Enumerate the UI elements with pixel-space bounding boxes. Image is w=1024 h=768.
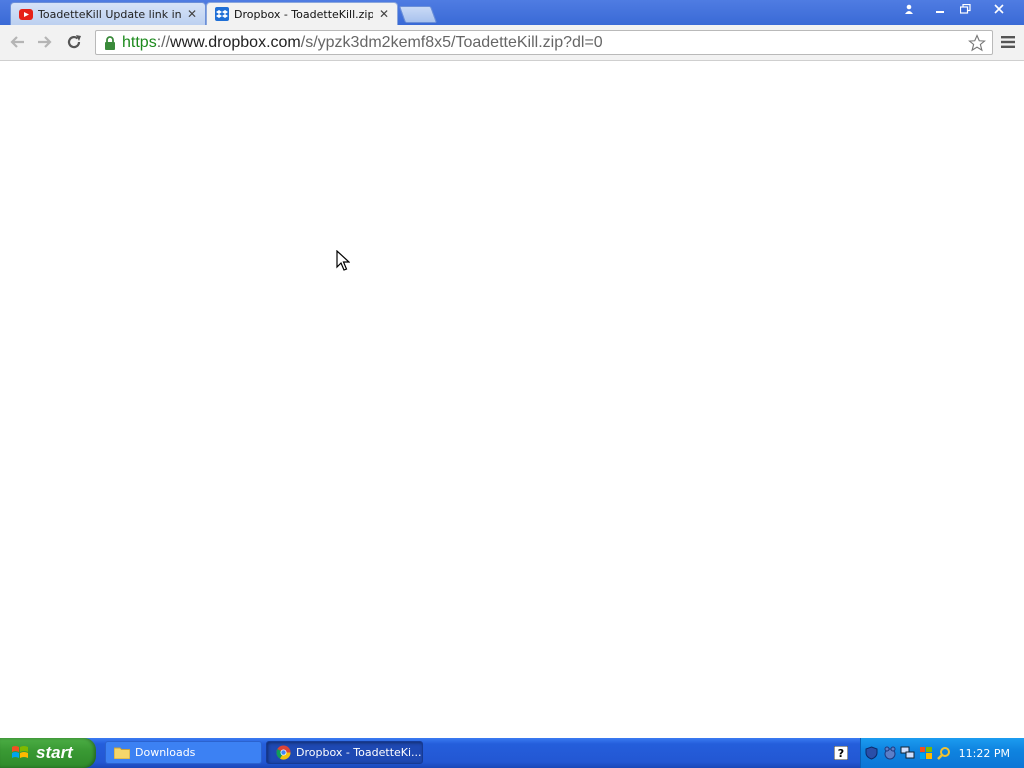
agent-icon[interactable]	[882, 746, 897, 761]
page-content[interactable]	[0, 61, 1024, 738]
taskbar: start Downloads Dropbox - ToadetteKi... …	[0, 738, 1024, 768]
menu-icon[interactable]	[999, 33, 1017, 51]
dropbox-icon	[215, 7, 229, 21]
help-icon[interactable]: ?	[834, 746, 848, 760]
system-tray: 11:22 PM	[860, 738, 1024, 768]
url-path: /s/ypzk3dm2kemf8x5/ToadetteKill.zip?dl=0	[300, 33, 603, 51]
close-window-button[interactable]	[981, 0, 1017, 17]
taskbar-item-label: Dropbox - ToadetteKi...	[296, 746, 422, 759]
taskbar-item-label: Downloads	[135, 746, 196, 759]
start-button[interactable]: start	[0, 738, 96, 768]
chrome-icon	[275, 745, 291, 761]
profile-icon[interactable]	[898, 0, 920, 17]
folder-icon	[114, 745, 130, 761]
address-bar[interactable]: https://www.dropbox.com/s/ypzk3dm2kemf8x…	[95, 30, 993, 55]
bookmark-star-icon[interactable]	[966, 32, 988, 54]
search-icon[interactable]	[936, 746, 951, 761]
taskbar-item-chrome[interactable]: Dropbox - ToadetteKi...	[266, 741, 423, 764]
tab-dropbox[interactable]: Dropbox - ToadetteKill.zip - S ✕	[206, 2, 398, 25]
tab-title: ToadetteKill Update link in de	[38, 7, 181, 21]
url-host: www.dropbox.com	[170, 33, 301, 51]
close-tab-icon[interactable]: ✕	[185, 7, 199, 21]
lock-icon[interactable]	[100, 33, 120, 53]
tab-title: Dropbox - ToadetteKill.zip - S	[234, 7, 373, 21]
clock[interactable]: 11:22 PM	[959, 747, 1010, 760]
reload-button[interactable]	[64, 32, 84, 52]
svg-text:?: ?	[838, 747, 844, 760]
security-alert-icon[interactable]	[918, 746, 933, 761]
url-separator: ://	[156, 33, 171, 51]
back-button[interactable]	[7, 32, 27, 52]
browser-toolbar: https://www.dropbox.com/s/ypzk3dm2kemf8x…	[0, 25, 1024, 61]
youtube-icon	[19, 7, 33, 21]
url-scheme: https	[122, 33, 157, 51]
shield-icon[interactable]	[864, 746, 879, 761]
close-tab-icon[interactable]: ✕	[377, 7, 391, 21]
minimize-button[interactable]	[928, 0, 952, 17]
restore-button[interactable]	[953, 0, 977, 17]
tab-youtube[interactable]: ToadetteKill Update link in de ✕	[10, 2, 206, 25]
url-text: https://www.dropbox.com/s/ypzk3dm2kemf8x…	[122, 34, 603, 52]
browser-title-bar: ToadetteKill Update link in de ✕ Dropbox…	[0, 0, 1024, 25]
forward-button[interactable]	[35, 32, 55, 52]
taskbar-item-downloads[interactable]: Downloads	[105, 741, 262, 764]
start-label: start	[36, 743, 73, 762]
mouse-cursor-icon	[336, 250, 350, 271]
network-icon[interactable]	[900, 746, 915, 761]
windows-logo-icon	[10, 743, 30, 763]
new-tab-button[interactable]	[398, 6, 438, 23]
